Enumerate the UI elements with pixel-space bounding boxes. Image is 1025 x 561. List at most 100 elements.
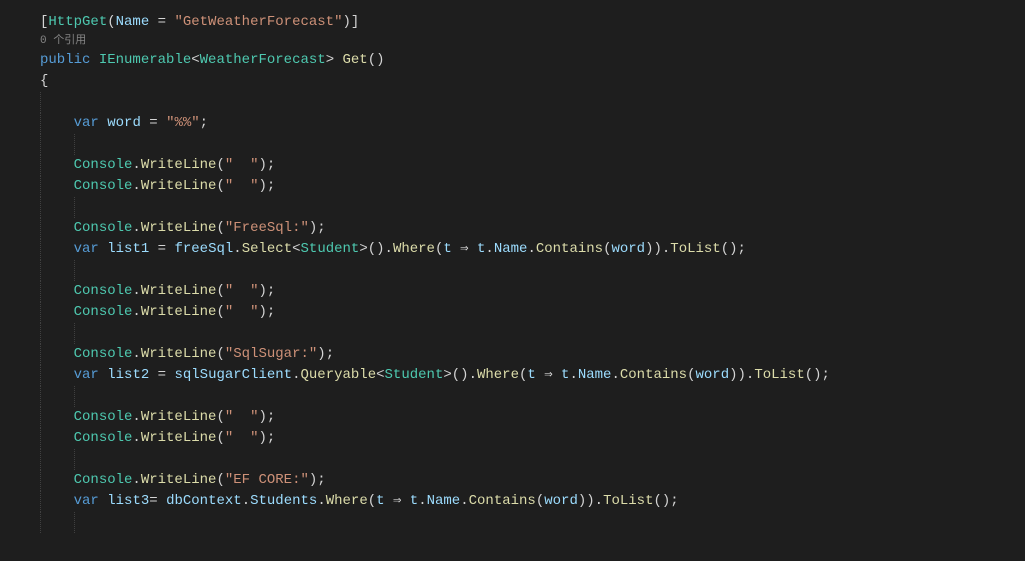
type-console: Console xyxy=(74,472,133,488)
method-writeline: WriteLine xyxy=(141,346,217,362)
string-literal: " " xyxy=(225,157,259,173)
string-literal: " " xyxy=(225,178,259,194)
lambda-param: t xyxy=(376,493,384,509)
paren: ( xyxy=(107,14,115,30)
attribute-type: HttpGet xyxy=(48,14,107,30)
code-line-list3[interactable]: var list3= dbContext.Students.Where(t ⇒ … xyxy=(40,491,1025,512)
code-line-blank[interactable] xyxy=(40,197,1025,218)
type-console: Console xyxy=(74,157,133,173)
type-student: Student xyxy=(301,241,360,257)
code-line-word-var[interactable]: var word = "%%"; xyxy=(40,113,1025,134)
method-select: Select xyxy=(242,241,292,257)
keyword-public: public xyxy=(40,52,90,68)
code-line-blank[interactable] xyxy=(40,386,1025,407)
keyword-var: var xyxy=(74,367,99,383)
method-writeline: WriteLine xyxy=(141,409,217,425)
code-line-console-writeline[interactable]: Console.WriteLine(" "); xyxy=(40,176,1025,197)
code-line-console-writeline[interactable]: Console.WriteLine("SqlSugar:"); xyxy=(40,344,1025,365)
variable-list3: list3 xyxy=(107,493,149,509)
method-contains: Contains xyxy=(469,493,536,509)
code-line-method-signature[interactable]: public IEnumerable<WeatherForecast> Get(… xyxy=(40,50,1025,71)
string-literal: "SqlSugar:" xyxy=(225,346,317,362)
variable-sqlsugar: sqlSugarClient xyxy=(174,367,292,383)
code-line-attribute[interactable]: [HttpGet(Name = "GetWeatherForecast")] xyxy=(40,12,1025,33)
code-editor[interactable]: [HttpGet(Name = "GetWeatherForecast")] 0… xyxy=(40,12,1025,533)
operator: = xyxy=(149,14,174,30)
type-console: Console xyxy=(74,346,133,362)
paren: ) xyxy=(342,14,350,30)
string-literal: "EF CORE:" xyxy=(225,472,309,488)
method-tolist: ToList xyxy=(754,367,804,383)
lambda-param: t xyxy=(527,367,535,383)
method-writeline: WriteLine xyxy=(141,157,217,173)
type-student: Student xyxy=(385,367,444,383)
method-get: Get xyxy=(343,52,368,68)
type-console: Console xyxy=(74,283,133,299)
method-where: Where xyxy=(326,493,368,509)
method-tolist: ToList xyxy=(603,493,653,509)
type-console: Console xyxy=(74,409,133,425)
variable-word: word xyxy=(107,115,141,131)
property-name: Name xyxy=(494,241,528,257)
method-contains: Contains xyxy=(620,367,687,383)
string-literal: " " xyxy=(225,283,259,299)
parens: () xyxy=(368,52,385,68)
method-writeline: WriteLine xyxy=(141,304,217,320)
method-writeline: WriteLine xyxy=(141,220,217,236)
string-literal: " " xyxy=(225,304,259,320)
generic-close: > xyxy=(326,52,334,68)
method-contains: Contains xyxy=(536,241,603,257)
code-line-blank[interactable] xyxy=(40,512,1025,533)
code-line-blank[interactable] xyxy=(40,449,1025,470)
method-queryable: Queryable xyxy=(301,367,377,383)
code-line-brace[interactable]: { xyxy=(40,71,1025,92)
lambda-param: t xyxy=(443,241,451,257)
string-literal: " " xyxy=(225,409,259,425)
code-line-console-writeline[interactable]: Console.WriteLine(" "); xyxy=(40,155,1025,176)
keyword-var: var xyxy=(74,241,99,257)
method-writeline: WriteLine xyxy=(141,472,217,488)
string-literal: "FreeSql:" xyxy=(225,220,309,236)
type-console: Console xyxy=(74,430,133,446)
keyword-var: var xyxy=(74,493,99,509)
method-where: Where xyxy=(393,241,435,257)
type-console: Console xyxy=(74,178,133,194)
keyword-var: var xyxy=(74,115,99,131)
method-writeline: WriteLine xyxy=(141,283,217,299)
code-line-console-writeline[interactable]: Console.WriteLine("EF CORE:"); xyxy=(40,470,1025,491)
code-line-blank[interactable] xyxy=(40,323,1025,344)
bracket: ] xyxy=(351,14,359,30)
type-weatherforecast: WeatherForecast xyxy=(200,52,326,68)
type-console: Console xyxy=(74,304,133,320)
param-name: Name xyxy=(116,14,150,30)
code-line-console-writeline[interactable]: Console.WriteLine("FreeSql:"); xyxy=(40,218,1025,239)
variable-list2: list2 xyxy=(107,367,149,383)
code-line-console-writeline[interactable]: Console.WriteLine(" "); xyxy=(40,428,1025,449)
code-line-console-writeline[interactable]: Console.WriteLine(" "); xyxy=(40,281,1025,302)
method-tolist: ToList xyxy=(670,241,720,257)
string-literal: " " xyxy=(225,430,259,446)
variable-list1: list1 xyxy=(107,241,149,257)
code-line-blank[interactable] xyxy=(40,260,1025,281)
property-name: Name xyxy=(427,493,461,509)
method-writeline: WriteLine xyxy=(141,430,217,446)
method-writeline: WriteLine xyxy=(141,178,217,194)
code-line-list1[interactable]: var list1 = freeSql.Select<Student>().Wh… xyxy=(40,239,1025,260)
code-line-list2[interactable]: var list2 = sqlSugarClient.Queryable<Stu… xyxy=(40,365,1025,386)
string-literal: "%%" xyxy=(166,115,200,131)
property-name: Name xyxy=(578,367,612,383)
string-literal: "GetWeatherForecast" xyxy=(174,14,342,30)
code-line-console-writeline[interactable]: Console.WriteLine(" "); xyxy=(40,302,1025,323)
variable-freesql: freeSql xyxy=(174,241,233,257)
method-where: Where xyxy=(477,367,519,383)
codelens-references[interactable]: 0 个引用 xyxy=(40,33,1025,50)
property-students: Students xyxy=(250,493,317,509)
type-ienumerable: IEnumerable xyxy=(99,52,191,68)
generic-open: < xyxy=(191,52,199,68)
code-line-console-writeline[interactable]: Console.WriteLine(" "); xyxy=(40,407,1025,428)
type-console: Console xyxy=(74,220,133,236)
variable-dbcontext: dbContext xyxy=(166,493,242,509)
code-line-blank[interactable] xyxy=(40,92,1025,113)
brace-open: { xyxy=(40,73,48,89)
code-line-blank[interactable] xyxy=(40,134,1025,155)
